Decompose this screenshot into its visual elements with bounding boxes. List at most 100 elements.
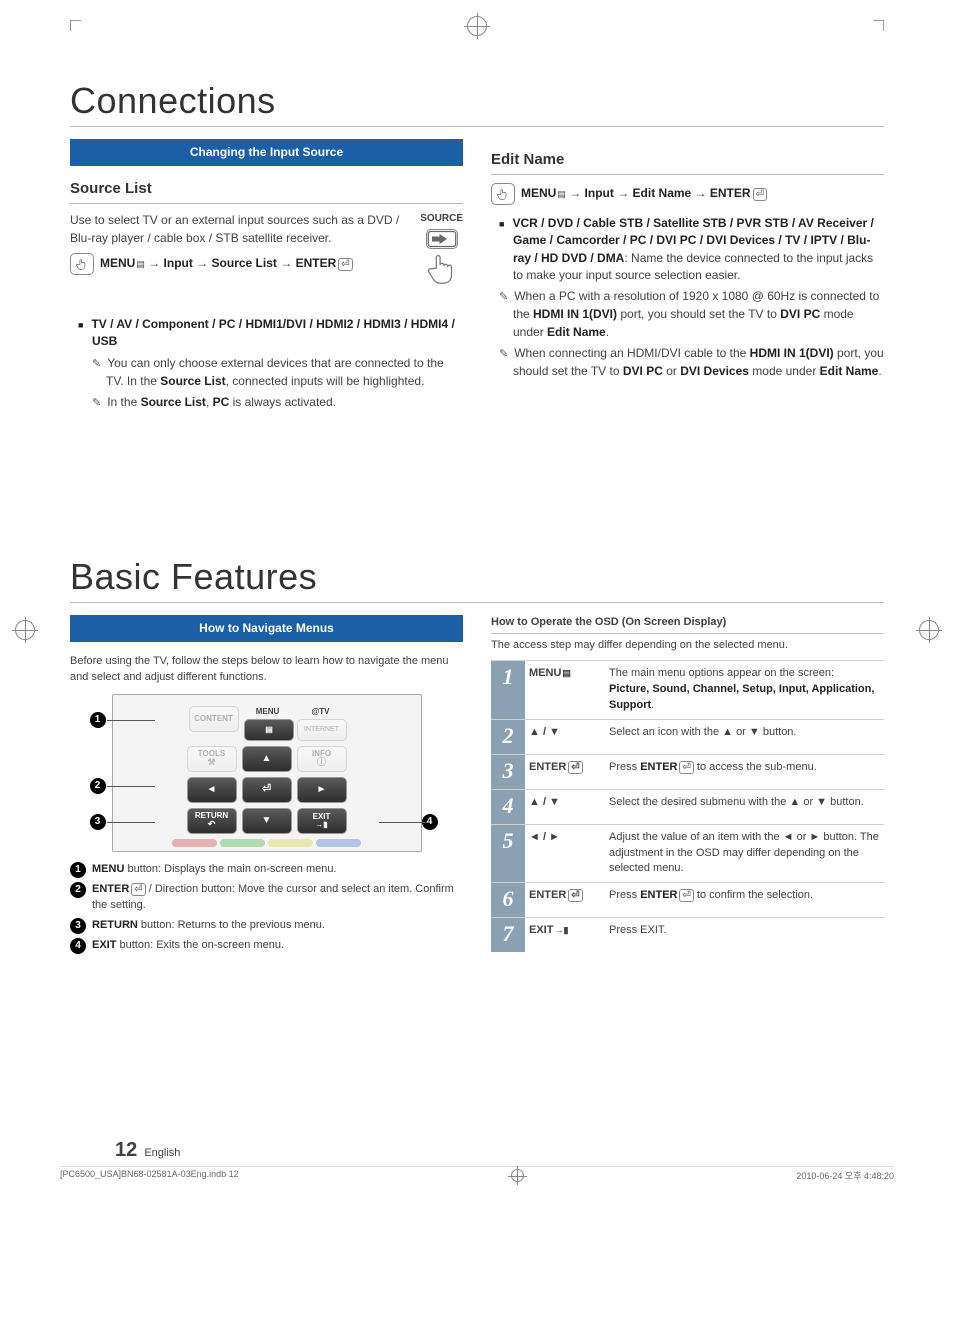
file-stamp-right: 2010-06-24 오후 4:48:20 [796,1169,894,1182]
file-stamp: [PC6500_USA]BN68-02581A-03Eng.indb 12 20… [60,1166,894,1182]
available-inputs-list: TV / AV / Component / PC / HDMI1/DVI / H… [70,316,463,351]
banner-navigate-menus: How to Navigate Menus [70,615,463,642]
path-enter-label: ENTER [296,256,337,270]
exit-icon [553,924,568,936]
menu-icon [556,186,566,200]
right-column: Edit Name MENU → Input → Edit Name → ENT… [491,139,884,416]
osd-step-5: 5 ◄ / ► Adjust the value of an item with… [491,824,884,883]
osd-key-menu: MENU [529,667,561,679]
path-enter-label: ENTER [710,186,751,200]
path-input-label: Input [164,256,193,270]
note-connected-inputs: You can only choose external devices tha… [70,355,463,390]
osd-desc-1: The main menu options appear on the scre… [605,660,884,719]
page-footer: 12 English [115,1139,180,1162]
remote-content-button: CONTENT [189,706,239,732]
osd-key-updown: ▲ / ▼ [525,719,605,754]
remote-atv-label: @TV [297,706,345,718]
edit-name-device-list: VCR / DVD / Cable STB / Satellite STB / … [491,215,884,285]
registration-mark-left [15,620,35,645]
registration-mark-top [467,16,487,39]
path-editname-label: Edit Name [633,186,692,200]
enter-icon [677,889,693,901]
enter-icon [129,883,145,895]
left-column: Changing the Input Source Source List SO… [70,139,463,416]
remote-return-button: RETURN↶ [187,808,237,834]
osd-step-7: 7 EXIT Press EXIT. [491,918,884,952]
menu-icon [135,256,145,270]
enter-icon [677,761,693,773]
remote-hand-icon [70,253,94,275]
section-title-basic-features: Basic Features [70,556,884,603]
file-stamp-left: [PC6500_USA]BN68-02581A-03Eng.indb 12 [60,1169,239,1182]
remote-right-button: ► [297,777,347,803]
crop-mark-top-right [873,20,884,31]
source-button-diagram: SOURCE [420,212,463,292]
osd-step-3: 3 ENTER Press ENTER to access the sub-me… [491,754,884,789]
osd-subtext: The access step may differ depending on … [491,638,884,654]
source-button-icon [426,229,458,249]
enter-icon [566,761,582,773]
osd-step-1: 1 MENU The main menu options appear on t… [491,660,884,719]
remote-exit-button: EXIT→▮ [297,808,347,834]
heading-edit-name: Edit Name [491,149,884,175]
menu-path-source-list: MENU → Input → Source List → ENTER [70,253,412,275]
legend-item-exit: 4EXIT button: Exits the on-screen menu. [70,938,463,954]
section-title-connections: Connections [70,80,884,127]
osd-steps-table: 1 MENU The main menu options appear on t… [491,660,884,952]
osd-step-4: 4 ▲ / ▼ Select the desired submenu with … [491,789,884,824]
page-language: English [144,1147,180,1159]
left-column-bf: How to Navigate Menus Before using the T… [70,615,463,958]
remote-up-button: ▲ [242,746,292,772]
osd-desc-6: Press ENTER to confirm the selection. [605,883,884,918]
source-list-description: Use to select TV or an external input so… [70,212,463,247]
osd-step-6: 6 ENTER Press ENTER to confirm the selec… [491,883,884,918]
note-pc-activated: In the Source List, PC is always activat… [70,394,463,412]
osd-key-enter: ENTER [529,761,566,773]
remote-enter-button: ⏎ [242,777,292,803]
remote-down-button: ▼ [242,808,292,834]
page-number: 12 [115,1139,137,1161]
legend-item-return: 3RETURN button: Returns to the previous … [70,918,463,934]
menu-icon [561,667,571,679]
path-input-label: Input [585,186,614,200]
osd-desc-4: Select the desired submenu with the ▲ or… [605,789,884,824]
remote-diagram: 1 2 3 4 CONTENT MENU ▤ [112,694,422,852]
remote-color-buttons [113,839,421,847]
right-column-bf: How to Operate the OSD (On Screen Displa… [491,615,884,958]
path-menu-label: MENU [100,256,135,270]
osd-desc-5: Adjust the value of an item with the ◄ o… [605,824,884,883]
crop-mark-top-left [70,20,81,31]
remote-hand-icon [491,183,515,205]
osd-key-updown: ▲ / ▼ [525,789,605,824]
remote-left-button: ◄ [187,777,237,803]
enter-icon [566,889,582,901]
navigate-intro: Before using the TV, follow the steps be… [70,654,463,686]
path-sourcelist-label: Source List [212,256,277,270]
osd-step-2: 2 ▲ / ▼ Select an icon with the ▲ or ▼ b… [491,719,884,754]
remote-tools-button: TOOLS⚒ [187,746,237,772]
enter-icon [751,186,767,200]
hand-pointer-icon [423,249,461,287]
remote-menu-button: ▤ [244,719,294,741]
note-hdmi-dvi-cable: When connecting an HDMI/DVI cable to the… [491,345,884,380]
osd-key-leftright: ◄ / ► [525,824,605,883]
osd-key-exit: EXIT [529,924,553,936]
heading-source-list: Source List [70,178,463,204]
banner-changing-input-source: Changing the Input Source [70,139,463,166]
remote-legend: 1MENU button: Displays the main on-scree… [70,862,463,954]
menu-path-edit-name: MENU → Input → Edit Name → ENTER [491,183,884,205]
remote-info-button: INFOⓘ [297,746,347,772]
osd-heading: How to Operate the OSD (On Screen Displa… [491,615,884,634]
remote-internet-button: INTERNET [297,719,347,741]
registration-mark-right [919,620,939,645]
osd-key-enter: ENTER [529,889,566,901]
legend-item-enter: 2ENTER / Direction button: Move the curs… [70,882,463,914]
legend-item-menu: 1MENU button: Displays the main on-scree… [70,862,463,878]
note-hdmi-resolution: When a PC with a resolution of 1920 x 10… [491,288,884,341]
osd-desc-3: Press ENTER to access the sub-menu. [605,754,884,789]
remote-menu-label: MENU [244,706,292,718]
osd-desc-2: Select an icon with the ▲ or ▼ button. [605,719,884,754]
osd-desc-7: Press EXIT. [605,918,884,952]
path-menu-label: MENU [521,186,556,200]
enter-icon [336,256,352,270]
